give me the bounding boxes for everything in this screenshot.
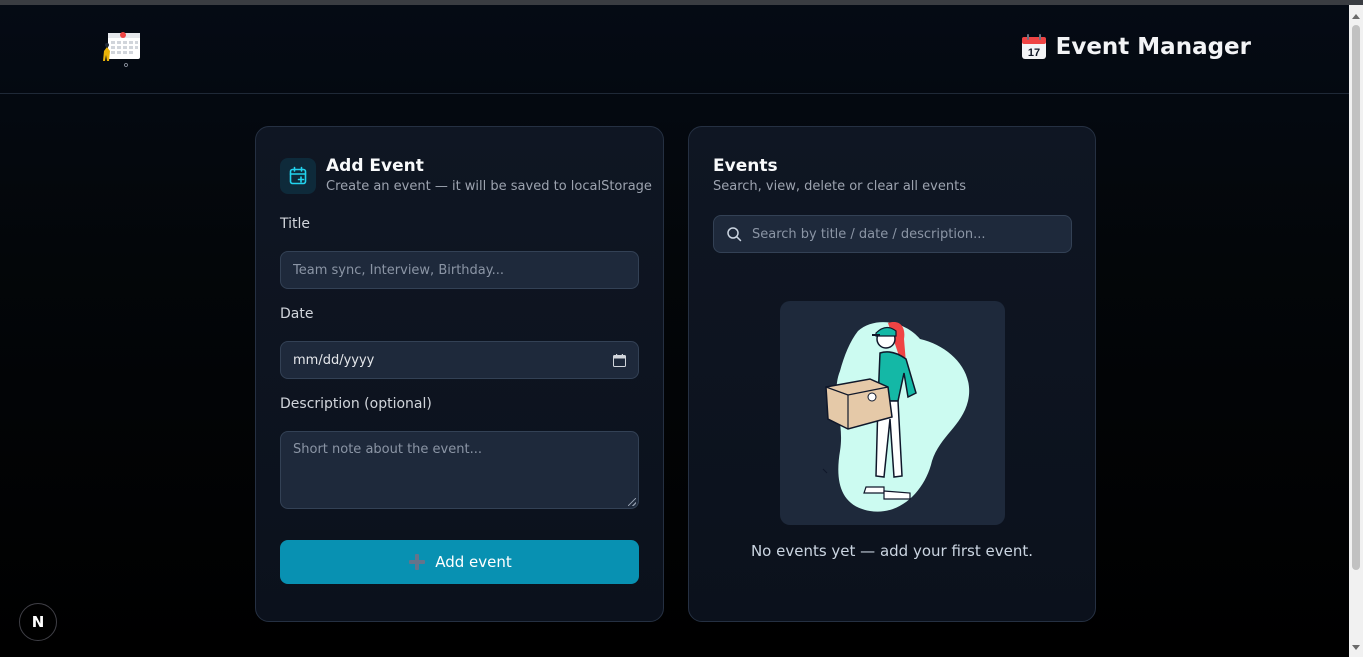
svg-text:17: 17 (1027, 47, 1039, 59)
events-subtitle: Search, view, delete or clear all events (713, 179, 966, 194)
events-title: Events (713, 156, 778, 176)
empty-state-illustration (780, 301, 1005, 525)
plus-icon (409, 554, 426, 570)
calendar-picker-icon[interactable] (613, 353, 626, 367)
description-label: Description (optional) (280, 396, 432, 412)
calendar-plus-icon (280, 158, 316, 194)
empty-events-message: No events yet — add your first event. (750, 542, 1034, 560)
date-value: mm/dd/yyyy (293, 352, 375, 368)
resize-handle[interactable] (628, 498, 636, 506)
description-input[interactable] (280, 431, 639, 509)
events-header: Events Search, view, delete or clear all… (713, 155, 966, 194)
title-input[interactable] (280, 251, 639, 289)
date-label: Date (280, 306, 314, 322)
app-brand: 17 Event Manager (1020, 33, 1251, 61)
events-search[interactable] (713, 215, 1072, 253)
search-icon (727, 227, 742, 242)
delivery-person-illustration (822, 321, 970, 512)
search-input[interactable] (752, 226, 1052, 242)
add-event-button-label: Add event (435, 553, 512, 571)
page-scrollbar[interactable] (1349, 5, 1363, 657)
add-event-subtitle: Create an event — it will be saved to lo… (326, 179, 652, 194)
calendar-emoji-icon: 17 (1021, 34, 1046, 59)
date-input[interactable]: mm/dd/yyyy (280, 341, 639, 379)
app-header: 17 Event Manager (0, 5, 1349, 94)
framework-badge[interactable]: N (19, 603, 57, 641)
add-event-header: Add Event Create an event — it will be s… (280, 155, 652, 194)
description-wrapper (280, 431, 639, 509)
scrollbar-thumb[interactable] (1352, 25, 1360, 570)
add-event-card: Add Event Create an event — it will be s… (255, 126, 664, 622)
add-event-title: Add Event (326, 156, 424, 176)
title-label: Title (280, 216, 311, 232)
calendar-person-icon (103, 32, 140, 67)
add-event-button[interactable]: Add event (280, 540, 639, 584)
scroll-down-icon[interactable] (1352, 645, 1360, 650)
scroll-up-icon[interactable] (1352, 14, 1360, 19)
events-card: Events Search, view, delete or clear all… (688, 126, 1096, 622)
brand-title: Event Manager (1055, 34, 1251, 60)
